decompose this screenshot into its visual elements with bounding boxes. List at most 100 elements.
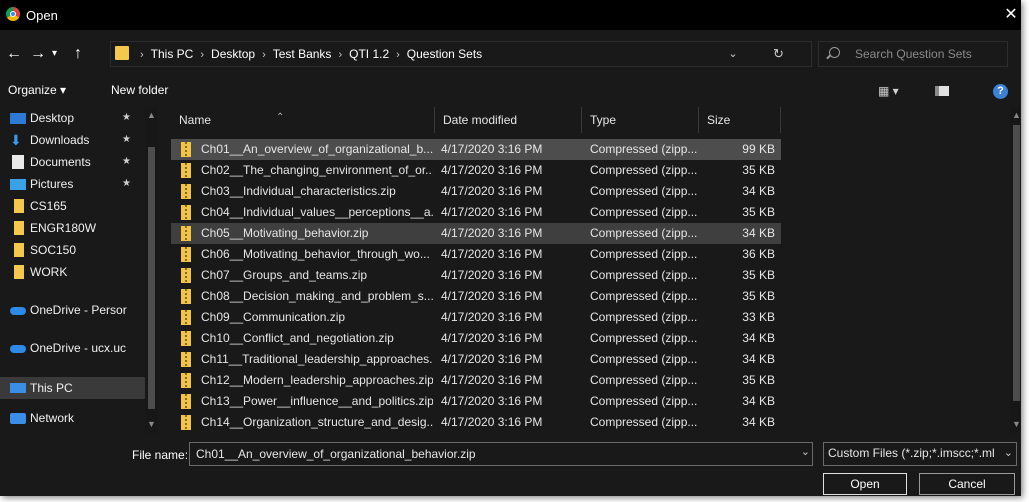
chrome-icon (6, 7, 20, 21)
file-row[interactable]: Ch01__An_overview_of_organizational_b...… (171, 139, 781, 160)
zip-folder-icon (181, 352, 191, 367)
open-button[interactable]: Open (823, 473, 907, 495)
file-row[interactable]: Ch11__Traditional_leadership_approaches.… (171, 349, 781, 370)
back-button[interactable]: ← (6, 44, 22, 64)
breadcrumb-separator-icon[interactable]: › (262, 49, 266, 61)
nav-item-onedrive-persor[interactable]: OneDrive - Persor (0, 299, 146, 321)
breadcrumb-separator-icon[interactable]: › (140, 49, 144, 61)
breadcrumb-separator-icon[interactable]: › (396, 49, 400, 61)
file-row[interactable]: Ch12__Modern_leadership_approaches.zip 4/… (171, 370, 781, 391)
file-name-combobox[interactable]: ⌄ (189, 442, 813, 466)
navigation-scroll-thumb[interactable] (148, 147, 155, 409)
close-button[interactable]: ✕ (1001, 5, 1021, 25)
scroll-down-arrow-icon[interactable]: ▼ (147, 419, 156, 429)
refresh-button[interactable]: ↻ (773, 42, 784, 66)
file-date: 4/17/2020 3:16 PM (441, 415, 543, 429)
file-type: Compressed (zipp... (590, 247, 698, 261)
nav-item-work[interactable]: WORK (0, 261, 146, 283)
column-header-size[interactable]: Size (699, 107, 781, 133)
breadcrumb-separator-icon[interactable]: › (338, 49, 342, 61)
breadcrumb-item[interactable]: This PC (151, 47, 194, 61)
column-header-type[interactable]: Type (582, 107, 699, 133)
file-name: Ch10__Conflict_and_negotiation.zip (201, 331, 394, 345)
file-size: 35 KB (742, 268, 775, 282)
file-row[interactable]: Ch13__Power__influence__and_politics.zip… (171, 391, 781, 412)
organize-button[interactable]: Organize ▾ (8, 83, 66, 97)
file-name: Ch06__Motivating_behavior_through_wo... (201, 247, 430, 261)
file-list-scroll-thumb[interactable] (1013, 125, 1020, 401)
scroll-up-arrow-icon[interactable]: ▲ (1012, 110, 1021, 120)
nav-item-documents[interactable]: Documents ★ (0, 151, 146, 173)
search-icon (829, 47, 840, 58)
column-header-name[interactable]: Name ⌃ (171, 107, 435, 133)
nav-item-engr180w[interactable]: ENGR180W (0, 217, 146, 239)
help-button[interactable]: ? (993, 84, 1008, 99)
file-row[interactable]: Ch06__Motivating_behavior_through_wo... 4… (171, 244, 781, 265)
scroll-down-arrow-icon[interactable]: ▼ (1012, 419, 1021, 429)
preview-pane-icon[interactable] (935, 86, 949, 96)
file-name-dropdown-chevron-icon[interactable]: ⌄ (801, 445, 810, 458)
file-list-scrollbar[interactable]: ▲ ▼ (1010, 107, 1021, 433)
folder-icon (115, 46, 129, 60)
nav-item-cs165[interactable]: CS165 (0, 195, 146, 217)
file-row[interactable]: Ch08__Decision_making_and_problem_s... 4/… (171, 286, 781, 307)
file-row[interactable]: Ch07__Groups_and_teams.zip 4/17/2020 3:16… (171, 265, 781, 286)
file-type-dropdown-chevron-icon[interactable]: ⌄ (1004, 446, 1013, 459)
command-bar: Organize ▾ New folder ▦ ▾ ? (0, 78, 1021, 104)
address-bar[interactable]: › This PC › Desktop › Test Banks › QTI 1.2 › Ques… (110, 41, 812, 67)
file-type: Compressed (zipp... (590, 415, 698, 429)
breadcrumb-item[interactable]: QTI 1.2 (349, 47, 389, 61)
nav-item-soc150[interactable]: SOC150 (0, 239, 146, 261)
file-name-label: File name: (132, 448, 189, 462)
zip-folder-icon (181, 142, 191, 157)
file-row[interactable]: Ch02__The_changing_environment_of_or... 4… (171, 160, 781, 181)
nav-item-onedrive-ucx-uc[interactable]: OneDrive - ucx.uc (0, 337, 146, 359)
column-header-date[interactable]: Date modified (435, 107, 582, 133)
file-row[interactable]: Ch14__Organization_structure_and_desig..… (171, 412, 781, 433)
nav-item-label: WORK (30, 265, 68, 279)
zip-folder-icon (181, 415, 191, 430)
file-date: 4/17/2020 3:16 PM (441, 373, 543, 387)
window-title: Open (26, 8, 58, 23)
navigation-scrollbar[interactable]: ▲ ▼ (145, 107, 158, 433)
file-row[interactable]: Ch10__Conflict_and_negotiation.zip 4/17/2… (171, 328, 781, 349)
search-box[interactable] (818, 41, 1008, 67)
cancel-button[interactable]: Cancel (919, 473, 1015, 495)
zip-folder-icon (181, 268, 191, 283)
nav-item-desktop[interactable]: Desktop ★ (0, 107, 146, 129)
nav-item-label: ENGR180W (30, 221, 97, 235)
breadcrumb-separator-icon[interactable]: › (200, 49, 204, 61)
up-button[interactable]: ↑ (74, 44, 82, 64)
zip-folder-icon (181, 226, 191, 241)
address-dropdown-chevron-icon[interactable]: ⌄ (722, 42, 744, 66)
file-name: Ch14__Organization_structure_and_desig..… (201, 415, 433, 429)
nav-item-label: CS165 (30, 199, 67, 213)
file-type-select[interactable]: Custom Files (*.zip;*.imscc;*.ml ⌄ (823, 442, 1017, 466)
breadcrumb-item[interactable]: Question Sets (407, 47, 482, 61)
file-row[interactable]: Ch05__Motivating_behavior.zip 4/17/2020 3… (171, 223, 781, 244)
file-name-input[interactable] (194, 445, 788, 463)
new-folder-button[interactable]: New folder (111, 83, 168, 97)
nav-item-downloads[interactable]: ⬇ Downloads ★ (0, 129, 146, 151)
scroll-up-arrow-icon[interactable]: ▲ (147, 110, 156, 120)
recent-locations-chevron-icon[interactable]: ▾ (52, 44, 57, 64)
view-options-button[interactable]: ▦ ▾ (878, 84, 899, 98)
file-size: 34 KB (742, 352, 775, 366)
nav-item-pictures[interactable]: Pictures ★ (0, 173, 146, 195)
nav-item-network[interactable]: Network (0, 407, 146, 429)
breadcrumb-item[interactable]: Desktop (211, 47, 255, 61)
forward-button[interactable]: → (30, 44, 46, 64)
file-row[interactable]: Ch04__Individual_values__perceptions__a.… (171, 202, 781, 223)
file-size: 99 KB (742, 142, 775, 156)
file-row[interactable]: Ch03__Individual_characteristics.zip 4/17… (171, 181, 781, 202)
search-input[interactable] (853, 45, 1005, 63)
file-name: Ch07__Groups_and_teams.zip (201, 268, 368, 282)
file-name: Ch08__Decision_making_and_problem_s... (201, 289, 433, 303)
desktop-icon (10, 113, 26, 124)
nav-item-label: Pictures (30, 177, 74, 191)
nav-item-this-pc[interactable]: This PC (0, 377, 146, 399)
breadcrumb-item[interactable]: Test Banks (273, 47, 332, 61)
file-row[interactable]: Ch09__Communication.zip 4/17/2020 3:16 PM… (171, 307, 781, 328)
file-size: 33 KB (742, 310, 775, 324)
file-name: Ch13__Power__influence__and_politics.zip (201, 394, 433, 408)
